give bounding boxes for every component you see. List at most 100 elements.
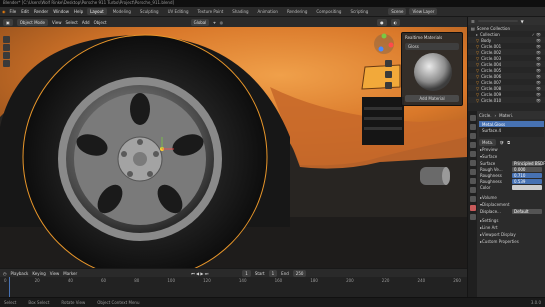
menu-timeline-view[interactable]: View: [50, 271, 60, 276]
mode-selector[interactable]: Object Mode: [16, 18, 48, 26]
add-material-button[interactable]: Add Material: [405, 95, 459, 102]
workspace-tab-shading[interactable]: Shading: [229, 8, 251, 15]
outliner-editor-icon[interactable]: ☰: [471, 19, 475, 24]
3d-viewport[interactable]: [0, 27, 467, 268]
material-dropdown[interactable]: Gloss: [405, 43, 459, 50]
material-tab-icon[interactable]: [469, 205, 476, 211]
end-frame-field[interactable]: 250: [292, 269, 307, 277]
proportional-icon[interactable]: ◎: [220, 20, 224, 25]
filter-icon[interactable]: ▼: [521, 19, 524, 24]
menu-playback[interactable]: Playback: [11, 271, 29, 276]
workspace-tab-modeling[interactable]: Modeling: [110, 8, 134, 15]
menu-add[interactable]: Add: [82, 20, 90, 25]
visibility-icon[interactable]: 👁: [536, 38, 545, 43]
section-settings[interactable]: ▸ Settings: [477, 217, 545, 224]
workspace-tab-uv-editing[interactable]: UV Editing: [165, 8, 192, 15]
section-viewport-display[interactable]: ▸ Viewport Display: [477, 231, 545, 238]
navigation-gizmo[interactable]: [373, 33, 395, 55]
texture-tab-icon[interactable]: [469, 214, 476, 220]
workspace-tab-compositing[interactable]: Compositing: [313, 8, 344, 15]
scene-selector[interactable]: Scene: [388, 8, 407, 15]
tool-tab-icon[interactable]: [469, 115, 476, 121]
fake-user-icon[interactable]: 🛡: [499, 140, 504, 145]
render-tab-icon[interactable]: [469, 124, 476, 130]
world-tab-icon[interactable]: [469, 151, 476, 157]
visibility-icon[interactable]: 👁: [536, 98, 545, 103]
blender-logo-icon[interactable]: ◉: [2, 9, 6, 14]
color-swatch[interactable]: [512, 184, 542, 190]
visibility-icon[interactable]: 👁: [536, 80, 545, 85]
outliner-item-label: Scene Collection: [476, 25, 511, 31]
shading-material-icon[interactable]: ◐: [390, 18, 401, 26]
section-preview[interactable]: ▸ Preview: [477, 146, 545, 153]
workspace-tab-layout[interactable]: Layout: [87, 8, 107, 15]
menu-render[interactable]: Render: [33, 9, 49, 14]
visibility-icon[interactable]: 👁: [536, 56, 545, 61]
visibility-icon[interactable]: 👁: [536, 50, 545, 55]
timeline-area[interactable]: 0 20 40 60 80 100 120 140 160 180 200 22…: [0, 277, 467, 297]
orientation-dropdown[interactable]: Global: [190, 18, 210, 26]
material-slot-list: Metal.Gloss Surface.4: [479, 121, 544, 137]
modifier-tab-icon[interactable]: [469, 169, 476, 175]
section-custom-properties[interactable]: ▸ Custom Properties: [477, 238, 545, 245]
menu-object[interactable]: Object: [94, 20, 107, 25]
workspace-tab-scripting[interactable]: Scripting: [347, 8, 371, 15]
section-surface[interactable]: ▾ Surface: [477, 153, 545, 160]
workspace-tab-animation[interactable]: Animation: [255, 8, 281, 15]
visibility-icon[interactable]: 👁: [536, 68, 545, 73]
camera-icon[interactable]: [385, 82, 392, 89]
view-layer-selector[interactable]: View Layer: [409, 8, 438, 15]
data-tab-icon[interactable]: [469, 196, 476, 202]
playhead[interactable]: [9, 277, 10, 297]
outliner-item[interactable]: ▽ Circle.010 👁: [468, 97, 545, 103]
workspace-tab-sculpting[interactable]: Sculpting: [137, 8, 162, 15]
roughness-slider[interactable]: 0.539: [512, 178, 542, 184]
menu-window[interactable]: Window: [52, 9, 70, 14]
play-controls[interactable]: ⏮ ◀ ▶ ⏭: [191, 271, 208, 276]
displacement-dropdown[interactable]: Default: [512, 208, 542, 214]
workspace-tab-texture-paint[interactable]: Texture Paint: [194, 8, 226, 15]
editor-type-icon[interactable]: ▣: [3, 18, 13, 26]
section-line-art[interactable]: ▸ Line Art: [477, 224, 545, 231]
visibility-icon[interactable]: 👁: [536, 92, 545, 97]
menu-keying[interactable]: Keying: [32, 271, 45, 276]
roughness-slider[interactable]: 0.710: [512, 172, 542, 178]
shading-solid-icon[interactable]: ●: [377, 18, 387, 26]
rough-value-field[interactable]: 0.000: [512, 166, 542, 172]
surface-shader-dropdown[interactable]: Principled BSDF: [512, 160, 545, 166]
visibility-icon[interactable]: 👁: [536, 62, 545, 67]
workspace-tab-rendering[interactable]: Rendering: [284, 8, 310, 15]
current-frame-field[interactable]: 1: [242, 269, 251, 277]
snap-icon[interactable]: ⌖: [213, 20, 215, 25]
menu-edit[interactable]: Edit: [20, 9, 30, 14]
menu-marker[interactable]: Marker: [63, 271, 77, 276]
move-tool-icon[interactable]: [3, 44, 10, 51]
scale-tool-icon[interactable]: [3, 60, 10, 67]
tick-label: 180: [310, 277, 318, 283]
output-tab-icon[interactable]: [469, 133, 476, 139]
section-displacement[interactable]: ▾ Displacement: [477, 201, 545, 208]
visibility-icon[interactable]: 👁: [536, 44, 545, 49]
outliner-search[interactable]: [477, 20, 518, 22]
visibility-icon[interactable]: 👁: [536, 86, 545, 91]
zoom-icon[interactable]: [385, 60, 392, 67]
pan-icon[interactable]: [385, 71, 392, 78]
menu-view[interactable]: View: [52, 20, 62, 25]
start-frame-field[interactable]: 1: [268, 269, 278, 277]
visibility-icon[interactable]: 👁: [536, 74, 545, 79]
menu-help[interactable]: Help: [73, 9, 84, 14]
menu-file[interactable]: File: [9, 9, 18, 14]
material-name-field[interactable]: Meta.: [479, 139, 497, 146]
object-tab-icon[interactable]: [469, 160, 476, 166]
scene-tab-icon[interactable]: [469, 142, 476, 148]
menu-select[interactable]: Select: [65, 20, 77, 25]
new-material-icon[interactable]: ⧉: [507, 140, 510, 145]
constraints-tab-icon[interactable]: [469, 187, 476, 193]
cursor-tool-icon[interactable]: [3, 36, 10, 43]
timeline-editor-icon[interactable]: ◷: [3, 271, 7, 276]
material-slot[interactable]: Surface.4: [479, 127, 544, 133]
rotate-tool-icon[interactable]: [3, 52, 10, 59]
section-volume[interactable]: ▸ Volume: [477, 194, 545, 201]
physics-tab-icon[interactable]: [469, 178, 476, 184]
visibility-icon[interactable]: ✓👁: [532, 32, 545, 37]
